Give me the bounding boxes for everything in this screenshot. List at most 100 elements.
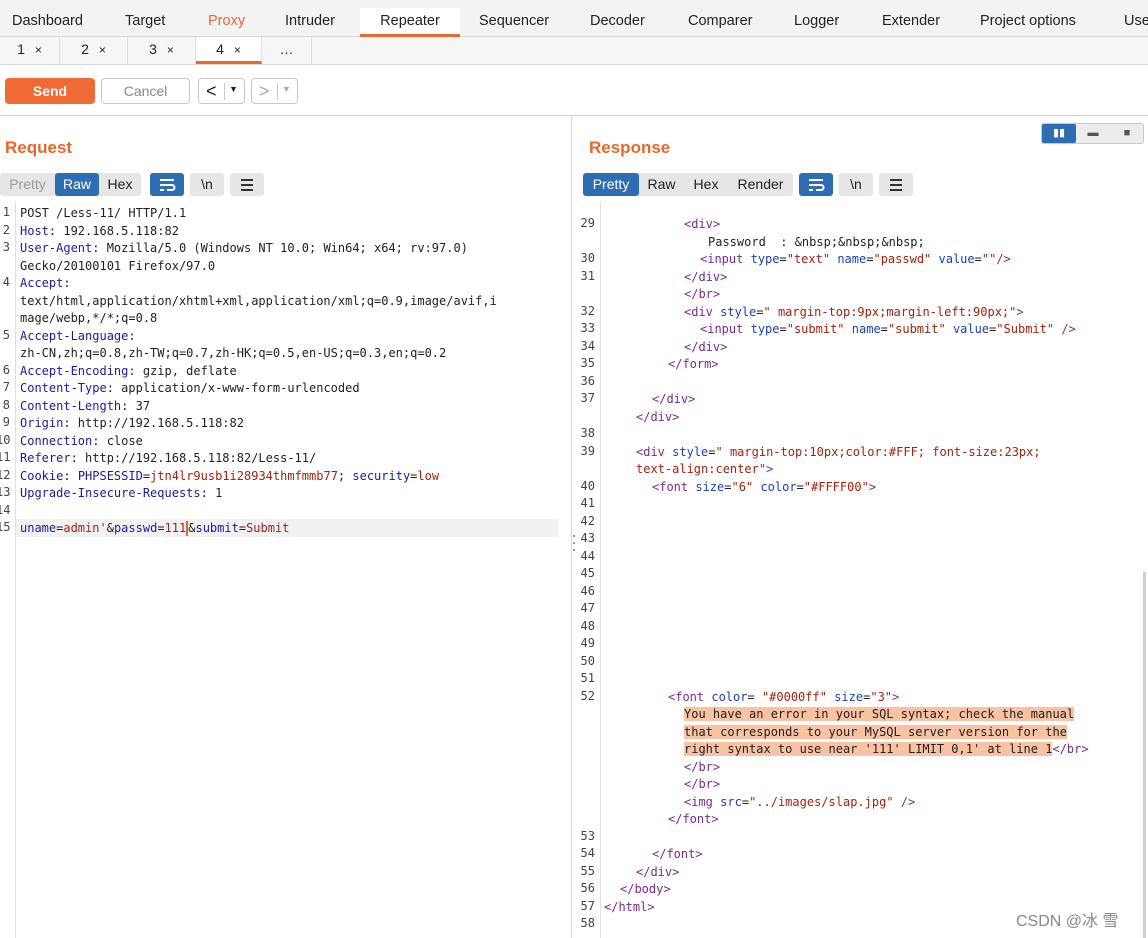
tabs-icon[interactable]: ■	[1110, 124, 1144, 143]
tab-logger[interactable]: Logger	[794, 8, 839, 37]
wrap-lines-icon[interactable]	[150, 173, 184, 196]
tab-target[interactable]: Target	[125, 8, 165, 37]
close-icon[interactable]: ×	[99, 43, 106, 57]
code-line: that corresponds to your MySQL server ve…	[684, 724, 1067, 742]
code-line: </html>	[604, 899, 655, 917]
format-render[interactable]: Render	[728, 173, 793, 196]
html-tag: />	[996, 252, 1011, 266]
tab-intruder[interactable]: Intruder	[285, 8, 335, 37]
equals: =	[238, 521, 247, 535]
close-icon[interactable]: ×	[167, 43, 174, 57]
line-number: 31	[580, 268, 595, 283]
repeater-tab-new[interactable]: …	[262, 37, 312, 64]
cancel-button[interactable]: Cancel	[101, 78, 190, 104]
newline-icon[interactable]: \n	[839, 173, 873, 196]
format-pretty[interactable]: Pretty	[0, 173, 55, 196]
format-hex[interactable]: Hex	[99, 173, 141, 196]
attr-value: "#0000ff"	[761, 689, 827, 704]
code-line: </br>	[684, 776, 720, 794]
format-raw[interactable]: Raw	[55, 173, 99, 196]
param-name: submit	[195, 521, 239, 535]
attr-value: "submit"	[887, 322, 946, 336]
line-number: 39	[580, 443, 595, 458]
line-number: 9	[2, 415, 10, 429]
html-tag: </br>	[684, 759, 721, 774]
tab-comparer[interactable]: Comparer	[688, 8, 752, 37]
separator: ;	[337, 468, 353, 483]
header-line: Upgrade-Insecure-Requests: 1	[20, 485, 222, 503]
wrap-lines-icon[interactable]	[799, 173, 833, 196]
html-attr: value	[952, 322, 990, 336]
header-line: Connection: close	[20, 433, 143, 451]
tab-decoder[interactable]: Decoder	[590, 8, 645, 37]
top-bottom-icon[interactable]: ▬	[1076, 124, 1110, 143]
line-number: 47	[580, 601, 595, 615]
attr-value: "#FFFF00"	[803, 479, 869, 494]
tab-user-options[interactable]: Use	[1124, 8, 1148, 37]
repeater-tab-2[interactable]: 2 ×	[60, 37, 128, 64]
tab-dashboard[interactable]: Dashboard	[12, 8, 83, 37]
html-tag: >	[1016, 304, 1024, 319]
request-format-bar: Pretty Raw Hex \n	[0, 173, 270, 196]
header-value: : close	[92, 433, 143, 448]
html-attr: type	[750, 252, 780, 266]
line-number: 13	[0, 485, 11, 499]
code-line: text-align:center">	[636, 461, 773, 479]
header-key: Connection	[20, 433, 93, 448]
repeater-tab-4[interactable]: 4 ×	[196, 37, 262, 64]
close-icon[interactable]: ×	[35, 43, 42, 57]
text-node: Password : &nbsp;&nbsp;&nbsp;	[708, 234, 925, 249]
newline-icon[interactable]: \n	[190, 173, 224, 196]
html-tag: </font>	[652, 847, 703, 861]
line-number: 57	[580, 898, 595, 913]
html-attr: name	[837, 252, 867, 266]
tab-extender[interactable]: Extender	[882, 8, 940, 37]
code-line: <input type="text" name="passwd" value="…	[700, 252, 1011, 266]
chevron-down-icon[interactable]: ▼	[229, 84, 238, 94]
menu-icon[interactable]	[879, 173, 913, 196]
history-forward-button[interactable]: > ▼	[251, 78, 298, 104]
repeater-tab-3[interactable]: 3 ×	[128, 37, 196, 64]
chevron-down-icon[interactable]: ▼	[282, 84, 291, 94]
attr-value: "submit"	[786, 322, 845, 336]
html-tag: </html>	[604, 899, 655, 914]
scrollbar-thumb[interactable]	[1143, 572, 1146, 938]
header-value: : 1	[200, 486, 223, 500]
side-by-side-icon[interactable]: ▮▮	[1042, 124, 1076, 143]
code-line: <input type="submit" name="submit" value…	[700, 322, 1076, 336]
header-line: Origin: http://192.168.5.118:82	[20, 415, 244, 433]
code-line: </br>	[684, 759, 720, 777]
menu-icon[interactable]	[230, 173, 264, 196]
request-editor[interactable]: 1 2 3 4 5 6 7 8 9 10 11 12 13 14 15 POST…	[0, 205, 565, 938]
separator	[224, 83, 225, 100]
repeater-tab-1[interactable]: 1 ×	[0, 37, 60, 64]
code-line: <div style=" margin-top:9px;margin-left:…	[684, 304, 1024, 319]
tab-project-options[interactable]: Project options	[980, 8, 1076, 37]
response-editor[interactable]: 29 30 31 32 33 34 35 36 37 38 39 40 41 4…	[577, 216, 1148, 938]
panel-divider[interactable]	[571, 116, 572, 938]
code-line: </br>	[684, 286, 720, 304]
attr-value: " margin-top:9px;margin-left:90px;"	[763, 304, 1017, 319]
close-icon[interactable]: ×	[234, 43, 241, 57]
splitter-grip[interactable]	[572, 535, 576, 553]
header-key: Accept	[20, 276, 64, 290]
line-number: 55	[580, 863, 595, 878]
header-key: Origin	[20, 416, 64, 430]
history-back-button[interactable]: < ▼	[198, 78, 245, 104]
header-key: Host	[20, 223, 49, 238]
html-tag: </body>	[620, 882, 671, 896]
html-attr: value	[938, 252, 975, 266]
html-attr: style	[720, 304, 757, 319]
send-button[interactable]: Send	[5, 78, 95, 104]
tab-proxy[interactable]: Proxy	[208, 8, 245, 37]
request-title: Request	[5, 138, 73, 157]
format-raw[interactable]: Raw	[639, 173, 684, 196]
code-line: <img src="../images/slap.jpg" />	[684, 794, 916, 809]
format-pretty[interactable]: Pretty	[583, 173, 639, 196]
format-hex[interactable]: Hex	[684, 173, 728, 196]
html-attr: style	[672, 444, 709, 459]
response-format-bar: Pretty Raw Hex Render \n	[583, 173, 923, 196]
line-number: 33	[580, 321, 595, 335]
tab-sequencer[interactable]: Sequencer	[479, 8, 549, 37]
tab-repeater[interactable]: Repeater	[360, 8, 460, 37]
